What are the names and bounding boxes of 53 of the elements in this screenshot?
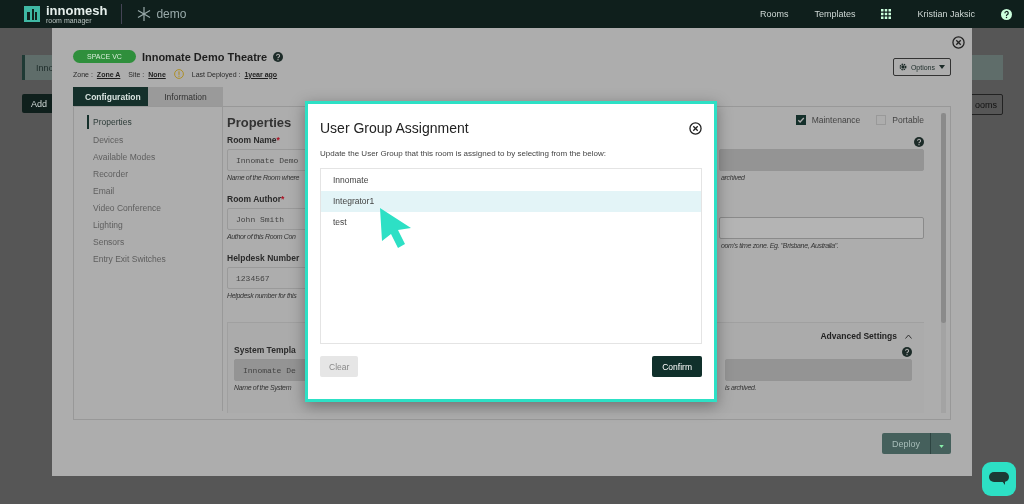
help-icon[interactable] [902, 347, 912, 357]
caret-icon [938, 445, 944, 448]
list-item[interactable]: test [321, 212, 701, 233]
gear-icon [898, 63, 907, 71]
sidebar-item[interactable]: Available Modes [87, 149, 222, 166]
tenant-name: demo [156, 7, 187, 21]
field-label: System Templa [234, 345, 296, 357]
sidebar-item[interactable]: Video Conference [87, 200, 222, 217]
user-menu[interactable]: Kristian Jaksic [917, 9, 975, 19]
chat-icon [989, 472, 1009, 486]
list-item[interactable]: Innomate [321, 170, 701, 191]
section-heading: Properties [227, 115, 292, 132]
list-item[interactable]: Integrator1 [321, 191, 701, 212]
help-icon[interactable] [273, 51, 284, 62]
checkbox-label[interactable]: Portable [876, 115, 924, 125]
sidebar-item[interactable]: Recorder [87, 166, 222, 183]
warning-icon [173, 69, 184, 79]
nav-link[interactable]: Templates [814, 9, 856, 19]
field-label: Helpdesk Number [227, 253, 300, 265]
field-label: Room Author* [227, 194, 285, 206]
caret-icon [939, 65, 945, 69]
room-title: Innomate Demo Theatre [141, 50, 268, 63]
chevron-icon[interactable] [905, 333, 912, 339]
close-icon[interactable] [689, 121, 702, 135]
sidebar-item[interactable]: Sensors [87, 234, 222, 251]
confirm-button[interactable]: Confirm [652, 356, 702, 377]
help-icon[interactable] [914, 137, 924, 147]
sidebar-item[interactable]: Properties [87, 115, 222, 129]
chat-button[interactable] [982, 462, 1016, 496]
brand-name: innomesh [46, 4, 108, 17]
deploy-menu-button[interactable] [930, 433, 951, 454]
nav-link[interactable]: Rooms [759, 9, 789, 19]
checkbox-label[interactable]: Maintenance [795, 115, 861, 125]
dialog-description: Update the User Group that this room is assigned to by selecting from the below: [320, 149, 607, 158]
sidebar-item[interactable]: Devices [87, 132, 222, 149]
deploy-button[interactable]: Deploy [882, 433, 930, 454]
scrollbar[interactable] [941, 113, 946, 413]
snowflake-icon [136, 6, 153, 22]
help-icon[interactable] [1001, 8, 1012, 20]
dialog-title: User Group Assignment [320, 120, 469, 136]
advanced-settings-toggle[interactable]: Advanced Settings [820, 331, 897, 341]
close-icon[interactable] [952, 36, 965, 49]
sidebar-item[interactable]: Lighting [87, 217, 222, 234]
logo-icon [24, 6, 40, 22]
sidebar-item[interactable]: Email [87, 183, 222, 200]
tab[interactable]: Information [148, 87, 223, 106]
input-field[interactable] [725, 359, 912, 381]
checkbox[interactable] [795, 115, 806, 125]
input-field[interactable] [719, 217, 924, 239]
field-label: Room Name* [227, 135, 280, 147]
sidebar-item[interactable]: Entry Exit Switches [87, 251, 222, 268]
apps-grid-icon[interactable] [881, 9, 892, 19]
tab[interactable]: Configuration [73, 87, 148, 106]
